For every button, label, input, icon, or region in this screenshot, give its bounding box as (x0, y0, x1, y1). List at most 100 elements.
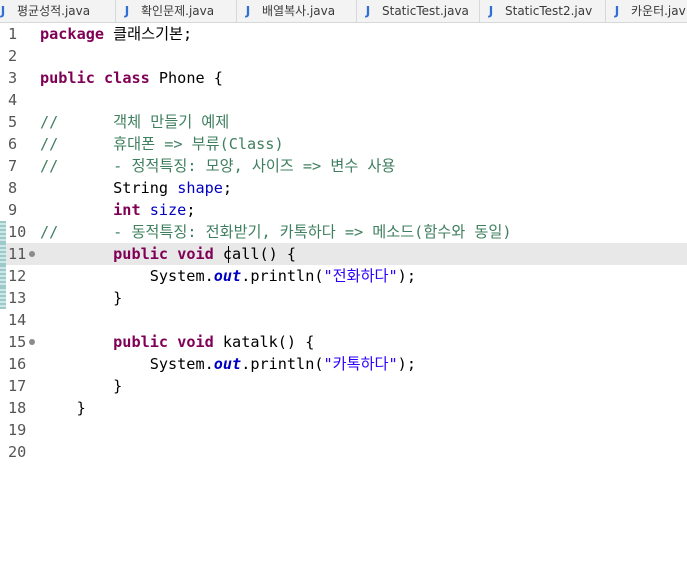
code-text: 클래스기본; (104, 25, 193, 43)
static-field: out (213, 355, 242, 373)
line-number: 1 (8, 25, 18, 43)
tab-label: 배열복사.java (262, 4, 336, 18)
java-file-icon: J (124, 4, 130, 18)
code-line: 6 // 휴대폰 => 부류(Class) (0, 133, 687, 155)
code-line: 17 } (0, 375, 687, 397)
tab-label: 카운터.jav (631, 4, 686, 18)
fold-toggle-icon[interactable] (29, 251, 35, 257)
code-line: 2 (0, 45, 687, 67)
change-marker (0, 265, 6, 287)
keyword: int (113, 201, 141, 219)
code-text: } (40, 399, 86, 417)
code-text: .println( (241, 267, 324, 285)
code-text: .println( (241, 355, 324, 373)
text-cursor (228, 246, 229, 263)
line-number: 8 (8, 179, 18, 197)
line-number: 20 (8, 443, 27, 461)
line-number: 4 (8, 91, 18, 109)
java-file-icon: J (245, 4, 251, 18)
change-marker (0, 287, 6, 309)
line-number: 11 (8, 245, 27, 263)
code-line: 19 (0, 419, 687, 441)
code-line: 15 public void katalk() { (0, 331, 687, 353)
keyword: void (177, 333, 214, 351)
code-line: 3 public class Phone { (0, 67, 687, 89)
code-line: 8 String shape; (0, 177, 687, 199)
line-number: 9 (8, 201, 18, 219)
tab-label: StaticTest2.jav (505, 4, 593, 18)
code-line: 10 // - 동적특징: 전화받기, 카톡하다 => 메소드(함수와 동일) (0, 221, 687, 243)
code-line: 13 } (0, 287, 687, 309)
line-number: 17 (8, 377, 27, 395)
java-file-icon: J (614, 4, 620, 18)
tab-배열복사[interactable]: J 배열복사.java (237, 0, 357, 22)
comment: // - 정적특징: 모양, 사이즈 => 변수 사용 (40, 157, 396, 175)
keyword: public (40, 69, 95, 87)
code-line: 12 System.out.println("전화하다"); (0, 265, 687, 287)
line-number: 12 (8, 267, 27, 285)
change-marker (0, 221, 6, 243)
code-line: 7 // - 정적특징: 모양, 사이즈 => 변수 사용 (0, 155, 687, 177)
change-marker (0, 243, 6, 265)
code-line: 5 // 객체 만들기 예제 (0, 111, 687, 133)
string-literal: "전화하다" (323, 267, 398, 285)
field-name: shape (177, 179, 223, 197)
code-line-current: 11 public void call() { (0, 243, 687, 265)
tab-label: StaticTest.java (382, 4, 469, 18)
line-number: 2 (8, 47, 18, 65)
keyword: package (40, 25, 105, 43)
tab-평균성적[interactable]: J 평균성적.java (0, 0, 116, 22)
code-text: call() { (213, 245, 297, 263)
code-text: ; (186, 201, 196, 219)
keyword: public (113, 245, 169, 263)
comment: // 휴대폰 => 부류(Class) (40, 135, 284, 153)
java-file-icon: J (0, 4, 6, 18)
tab-label: 평균성적.java (17, 4, 91, 18)
code-editor[interactable]: 1 package 클래스기본; 2 3 public class Phone … (0, 23, 687, 566)
code-line: 16 System.out.println("카톡하다"); (0, 353, 687, 375)
code-line: 18 } (0, 397, 687, 419)
line-number: 7 (8, 157, 18, 175)
code-line: 14 (0, 309, 687, 331)
tab-label: 확인문제.java (141, 4, 215, 18)
string-literal: "카톡하다" (323, 355, 398, 373)
comment: // 객체 만들기 예제 (40, 113, 230, 131)
code-line: 1 package 클래스기본; (0, 23, 687, 45)
java-file-icon: J (488, 4, 494, 18)
code-line: 4 (0, 89, 687, 111)
line-number: 3 (8, 69, 18, 87)
comment: // - 동적특징: 전화받기, 카톡하다 => 메소드(함수와 동일) (40, 223, 512, 241)
tab-카운터[interactable]: J 카운터.jav (606, 0, 687, 22)
field-name: size (149, 201, 187, 219)
line-number: 10 (8, 223, 27, 241)
tab-확인문제[interactable]: J 확인문제.java (116, 0, 237, 22)
line-number: 6 (8, 135, 18, 153)
tab-statictest[interactable]: J StaticTest.java (357, 0, 480, 22)
code-line: 20 (0, 441, 687, 463)
code-text: ; (222, 179, 233, 197)
static-field: out (213, 267, 242, 285)
fold-toggle-icon[interactable] (29, 339, 35, 345)
code-text: System. (149, 355, 214, 373)
keyword: class (104, 69, 150, 87)
line-number: 18 (8, 399, 27, 417)
code-line: 9 int size; (0, 199, 687, 221)
line-number: 13 (8, 289, 27, 307)
type-name: String (113, 179, 169, 197)
line-number: 19 (8, 421, 27, 439)
line-number: 16 (8, 355, 27, 373)
editor-tab-bar: J 평균성적.java J 확인문제.java J 배열복사.java J Static… (0, 0, 687, 23)
code-text: Phone { (149, 69, 223, 87)
keyword: void (177, 245, 214, 263)
code-text: katalk() { (213, 333, 315, 351)
tab-statictest2[interactable]: J StaticTest2.jav (480, 0, 606, 22)
